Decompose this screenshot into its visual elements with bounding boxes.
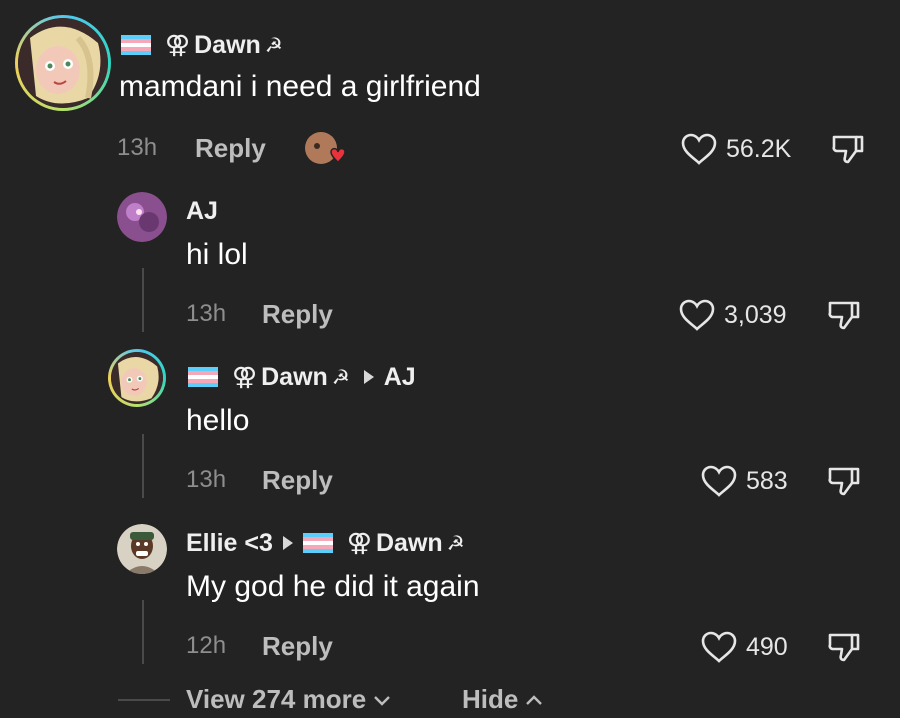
thumbs-down-icon xyxy=(828,467,860,496)
reply-to-username: AJ xyxy=(383,362,416,391)
heart-icon xyxy=(679,299,715,331)
like-count: 583 xyxy=(746,466,788,495)
username: Dawn xyxy=(194,30,261,59)
like-count: 490 xyxy=(746,632,788,661)
avatar-image xyxy=(111,352,163,404)
thread-line xyxy=(142,434,144,498)
reply-text: hi lol xyxy=(186,238,248,271)
lesbian-symbol-icon: ⚢ xyxy=(346,529,372,557)
avatar-image xyxy=(117,192,167,242)
lesbian-symbol-icon: ⚢ xyxy=(232,363,258,391)
reply-button[interactable]: Reply xyxy=(262,299,333,330)
like-button[interactable]: 3,039 xyxy=(678,298,796,332)
chevron-down-icon xyxy=(374,695,391,706)
like-button[interactable]: 56.2K xyxy=(680,132,800,166)
hammer-sickle-icon: ☭ xyxy=(446,532,465,555)
reply-button[interactable]: Reply xyxy=(262,631,333,662)
view-more-button[interactable]: View 274 more xyxy=(186,684,392,715)
heart-icon xyxy=(701,631,737,663)
reply-button[interactable]: Reply xyxy=(262,465,333,496)
avatar-image xyxy=(18,18,108,108)
divider xyxy=(118,699,170,701)
comment-author[interactable]: ⚢ Dawn ☭ xyxy=(121,30,287,60)
reply-timestamp: 12h xyxy=(186,632,227,659)
reply-arrow-icon xyxy=(282,536,293,550)
avatar-dawn[interactable] xyxy=(15,15,111,111)
reply-author[interactable]: Ellie <3 ⚢ Dawn ☭ xyxy=(186,528,469,558)
hide-button[interactable]: Hide xyxy=(462,684,544,715)
dislike-button[interactable] xyxy=(826,463,862,499)
like-button[interactable]: 490 xyxy=(700,630,796,664)
reply-author[interactable]: ⚢ Dawn ☭ AJ xyxy=(188,362,416,392)
avatar-aj[interactable] xyxy=(117,192,167,242)
reply-arrow-icon xyxy=(363,370,374,384)
trans-flag-icon xyxy=(302,533,333,553)
thumbs-down-icon xyxy=(828,301,860,330)
avatar-ellie[interactable] xyxy=(117,524,167,574)
thumbs-down-icon xyxy=(828,633,860,662)
comment-text: mamdani i need a girlfriend xyxy=(119,70,481,103)
like-button[interactable]: 583 xyxy=(700,464,796,498)
chevron-up-icon xyxy=(526,694,543,705)
reply-button[interactable]: Reply xyxy=(195,133,266,164)
reply-timestamp: 13h xyxy=(186,300,227,327)
like-count: 3,039 xyxy=(724,300,787,329)
username: Ellie <3 xyxy=(186,528,273,557)
lesbian-symbol-icon: ⚢ xyxy=(165,31,191,59)
dislike-button[interactable] xyxy=(830,131,866,167)
hide-label: Hide xyxy=(462,684,519,714)
dislike-button[interactable] xyxy=(826,297,862,333)
reply-text: hello xyxy=(186,404,250,437)
reply-to-username: Dawn xyxy=(376,528,443,557)
hammer-sickle-icon: ☭ xyxy=(331,366,350,389)
thread-line xyxy=(142,268,144,332)
username: Dawn xyxy=(261,362,328,391)
reply-text: My god he did it again xyxy=(186,570,480,603)
heart-icon xyxy=(681,133,717,165)
trans-flag-icon xyxy=(121,35,151,55)
comment-timestamp: 13h xyxy=(117,134,158,161)
view-more-label: View 274 more xyxy=(186,684,367,714)
like-count: 56.2K xyxy=(726,134,792,163)
creator-liked-icon xyxy=(305,132,346,164)
dislike-button[interactable] xyxy=(826,629,862,665)
hammer-sickle-icon: ☭ xyxy=(264,34,283,57)
avatar-dawn[interactable] xyxy=(108,349,166,407)
heart-icon xyxy=(701,465,737,497)
thread-line xyxy=(142,600,144,664)
reply-timestamp: 13h xyxy=(186,466,227,493)
trans-flag-icon xyxy=(188,367,218,387)
creator-liked-badge xyxy=(303,130,349,170)
avatar-image xyxy=(117,524,167,574)
reply-author[interactable]: AJ xyxy=(186,197,218,226)
thumbs-down-icon xyxy=(832,135,864,164)
